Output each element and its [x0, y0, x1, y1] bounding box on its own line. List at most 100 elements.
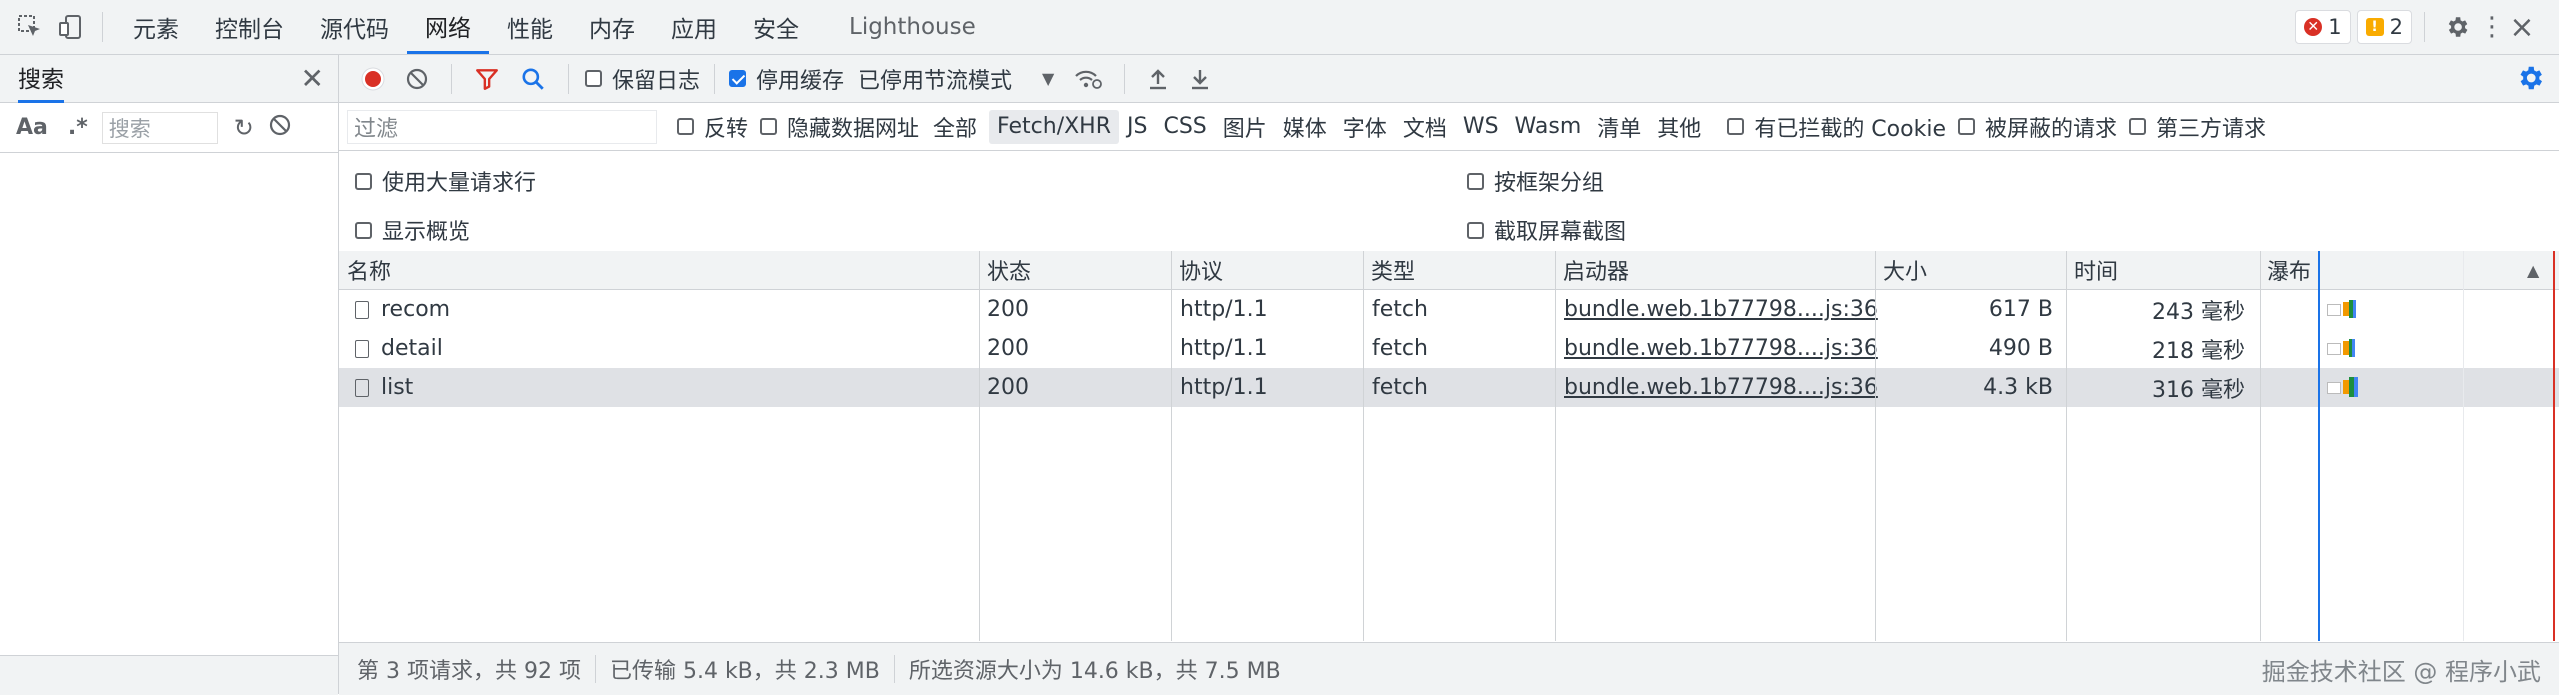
type-filter-wasm[interactable]: Wasm — [1507, 110, 1590, 144]
import-har-icon[interactable] — [1137, 55, 1179, 103]
column-header-initiator[interactable]: 启动器 — [1563, 251, 1629, 289]
refresh-icon[interactable]: ↻ — [234, 114, 254, 142]
tab-application[interactable]: 应用 — [653, 0, 735, 54]
type-filter-js[interactable]: JS — [1119, 110, 1155, 144]
table-row[interactable]: recom 200 http/1.1 fetch bundle.web.1b77… — [339, 290, 2559, 329]
column-divider[interactable] — [1171, 251, 1172, 641]
column-divider[interactable] — [1555, 251, 1556, 641]
column-divider[interactable] — [2066, 251, 2067, 641]
type-filter-doc[interactable]: 文档 — [1395, 110, 1455, 144]
request-type: fetch — [1372, 375, 1428, 400]
type-filter-other[interactable]: 其他 — [1649, 110, 1709, 144]
warning-count-badge[interactable]: ! 2 — [2356, 10, 2412, 44]
hide-data-urls-checkbox[interactable]: 隐藏数据网址 — [754, 103, 925, 151]
request-count-summary: 第 3 项请求，共 92 项 — [339, 655, 596, 684]
column-header-name[interactable]: 名称 — [347, 251, 391, 289]
network-toolbar: 保留日志 停用缓存 已停用节流模式 ▼ — [339, 55, 2559, 103]
network-conditions-icon[interactable] — [1064, 55, 1112, 103]
throttle-value: 已停用节流模式 — [858, 68, 1013, 94]
show-overview-checkbox[interactable]: 显示概览 — [355, 214, 470, 246]
sort-ascending-icon[interactable]: ▲ — [2527, 251, 2539, 289]
search-panel-title[interactable]: 搜索 — [18, 55, 64, 103]
overview-label: 显示概览 — [382, 220, 471, 245]
request-size: 490 B — [1988, 336, 2053, 361]
inspect-element-icon[interactable] — [10, 0, 50, 54]
tab-network[interactable]: 网络 — [407, 0, 489, 54]
preserve-log-checkbox[interactable]: 保留日志 — [581, 55, 710, 103]
type-filter-all[interactable]: 全部 — [925, 110, 985, 144]
throttle-select[interactable]: 已停用节流模式 ▼ — [854, 55, 1064, 103]
search-panel-footer — [0, 655, 338, 695]
blocked-requests-checkbox[interactable]: 被屏蔽的请求 — [1952, 103, 2123, 151]
screenshots-label: 截取屏幕截图 — [1494, 220, 1627, 245]
column-header-type[interactable]: 类型 — [1371, 251, 1415, 289]
devtools-tab-bar: 元素 控制台 源代码 网络 性能 内存 应用 安全 Lighthouse ✕ 1… — [0, 0, 2559, 55]
match-case-toggle[interactable]: Aa — [16, 115, 48, 140]
column-header-protocol[interactable]: 协议 — [1179, 251, 1223, 289]
group-by-frame-label: 按框架分组 — [1494, 171, 1605, 196]
table-header: 名称 状态 协议 类型 启动器 大小 时间 瀑布 ▲ — [339, 251, 2559, 290]
disable-cache-checkbox[interactable]: 停用缓存 — [719, 55, 854, 103]
request-initiator-link[interactable]: bundle.web.1b77798....js:36 — [1564, 290, 1878, 329]
network-settings-gear-icon[interactable] — [2515, 63, 2545, 99]
checkbox-icon — [2129, 118, 2146, 135]
blocked-cookies-label: 有已拦截的 Cookie — [1754, 116, 1946, 142]
checkbox-icon — [1727, 118, 1745, 135]
request-type: fetch — [1372, 336, 1428, 361]
column-divider[interactable] — [1363, 251, 1364, 641]
filter-input[interactable]: 过滤 — [347, 109, 657, 144]
column-header-waterfall[interactable]: 瀑布 — [2267, 251, 2311, 289]
network-status-bar: 第 3 项请求，共 92 项 已传输 5.4 kB，共 2.3 MB 所选资源大… — [339, 642, 2559, 695]
filter-icon[interactable] — [464, 55, 510, 103]
type-filter-ws[interactable]: WS — [1455, 110, 1507, 144]
column-header-time[interactable]: 时间 — [2074, 251, 2118, 289]
blocked-requests-label: 被屏蔽的请求 — [1984, 116, 2117, 142]
regex-toggle[interactable]: .* — [68, 115, 88, 140]
waterfall-queue-bar — [2327, 343, 2341, 355]
search-icon[interactable] — [510, 55, 556, 103]
request-initiator-link[interactable]: bundle.web.1b77798....js:36 — [1564, 368, 1878, 407]
divider — [568, 63, 569, 94]
column-divider[interactable] — [2260, 251, 2261, 641]
request-initiator-link[interactable]: bundle.web.1b77798....js:36 — [1564, 329, 1878, 368]
tab-lighthouse[interactable]: Lighthouse — [831, 0, 994, 54]
clear-log-icon[interactable] — [395, 55, 439, 103]
big-request-rows-checkbox[interactable]: 使用大量请求行 — [355, 165, 536, 197]
column-divider[interactable] — [1875, 251, 1876, 641]
column-divider[interactable] — [979, 251, 980, 641]
record-button[interactable] — [351, 55, 395, 103]
request-time: 316 毫秒 — [2152, 377, 2245, 403]
device-toolbar-icon[interactable] — [50, 0, 90, 54]
tab-console[interactable]: 控制台 — [197, 0, 302, 54]
search-input[interactable]: 搜索 — [101, 111, 218, 144]
tab-security[interactable]: 安全 — [735, 0, 817, 54]
column-header-size[interactable]: 大小 — [1883, 251, 1927, 289]
more-options-icon[interactable]: ⋮ — [2477, 0, 2507, 54]
divider — [714, 63, 716, 94]
blocked-cookies-checkbox[interactable]: 有已拦截的 Cookie — [1709, 103, 1952, 151]
capture-screenshots-checkbox[interactable]: 截取屏幕截图 — [1467, 214, 1626, 246]
table-row-selected[interactable]: list 200 http/1.1 fetch bundle.web.1b777… — [339, 368, 2559, 407]
type-filter-css[interactable]: CSS — [1155, 110, 1214, 144]
table-row[interactable]: detail 200 http/1.1 fetch bundle.web.1b7… — [339, 329, 2559, 368]
type-filter-fetch-xhr[interactable]: Fetch/XHR — [989, 109, 1120, 144]
close-search-icon[interactable]: ✕ — [301, 62, 324, 95]
type-filter-img[interactable]: 图片 — [1215, 110, 1275, 144]
divider — [1124, 63, 1126, 94]
tab-sources[interactable]: 源代码 — [302, 0, 407, 54]
settings-gear-icon[interactable] — [2437, 0, 2477, 54]
column-header-status[interactable]: 状态 — [987, 251, 1031, 289]
tab-memory[interactable]: 内存 — [571, 0, 653, 54]
group-by-frame-checkbox[interactable]: 按框架分组 — [1467, 165, 1604, 197]
type-filter-font[interactable]: 字体 — [1335, 110, 1395, 144]
clear-icon[interactable] — [268, 113, 292, 143]
error-count-badge[interactable]: ✕ 1 — [2295, 10, 2351, 44]
type-filter-media[interactable]: 媒体 — [1275, 110, 1335, 144]
close-devtools-icon[interactable]: × — [2507, 0, 2537, 54]
tab-elements[interactable]: 元素 — [115, 0, 197, 54]
tab-performance[interactable]: 性能 — [489, 0, 571, 54]
export-har-icon[interactable] — [1179, 55, 1221, 103]
invert-checkbox[interactable]: 反转 — [671, 103, 754, 151]
type-filter-manifest[interactable]: 清单 — [1589, 110, 1649, 144]
third-party-checkbox[interactable]: 第三方请求 — [2123, 103, 2272, 151]
